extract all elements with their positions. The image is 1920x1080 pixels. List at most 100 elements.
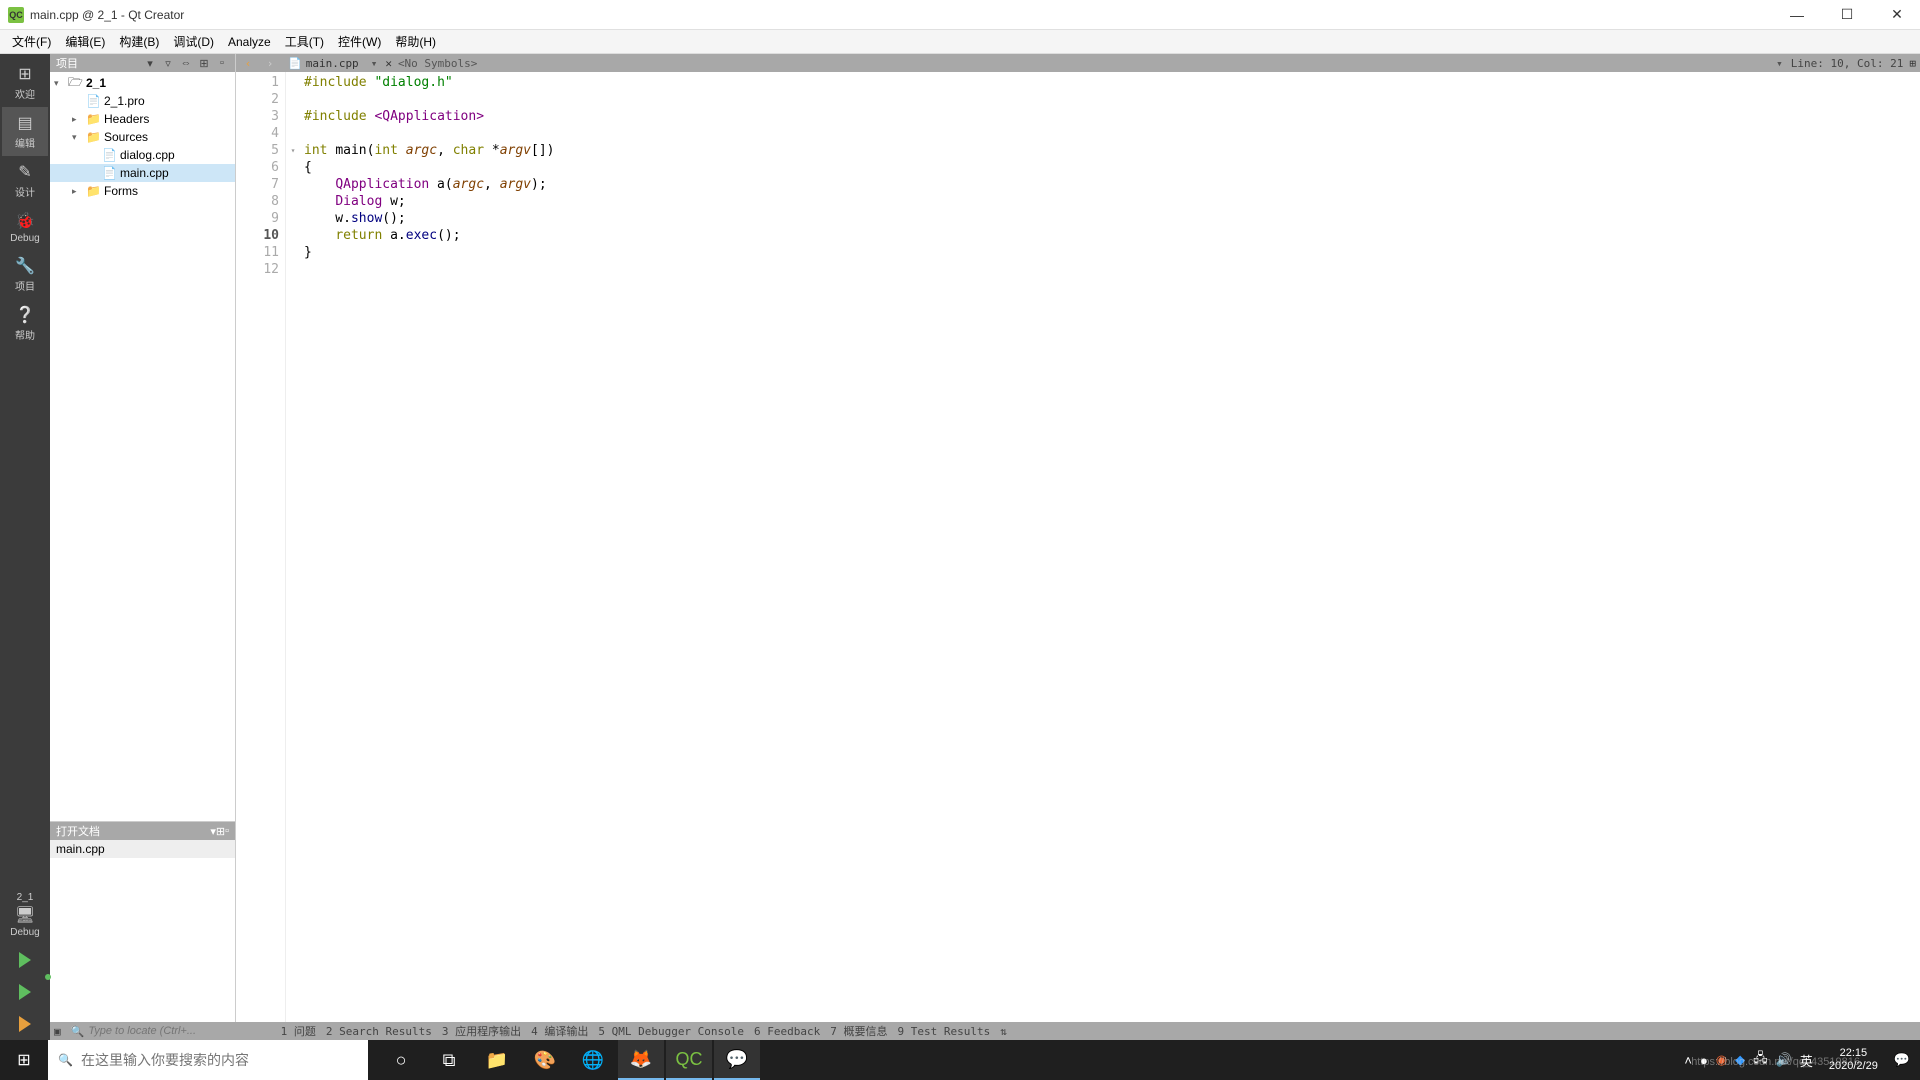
play-icon (19, 952, 31, 968)
target-selector[interactable]: 2_1🖥Debug (2, 886, 48, 944)
tab-tests[interactable]: 9 Test Results (898, 1025, 991, 1038)
split-icon[interactable]: ⊞ (197, 56, 211, 70)
menu-file[interactable]: 文件(F) (6, 31, 57, 52)
taskbar-search-input[interactable] (81, 1052, 358, 1068)
tree-root[interactable]: ▾🗁2_1 (50, 74, 235, 92)
menu-analyze[interactable]: Analyze (222, 33, 277, 51)
qtcreator-icon[interactable]: QC (666, 1040, 712, 1080)
tab-feedback[interactable]: 6 Feedback (754, 1025, 820, 1038)
mode-design[interactable]: ✎ 设计 (2, 156, 48, 205)
menu-build[interactable]: 构建(B) (113, 31, 165, 52)
chrome-icon[interactable]: 🌐 (570, 1040, 616, 1080)
pencil-icon: ✎ (15, 162, 35, 182)
mode-help-label: 帮助 (15, 327, 35, 342)
tree-main-label: main.cpp (120, 166, 169, 180)
folder-icon: 📁 (86, 184, 102, 198)
tree-forms-label: Forms (104, 184, 138, 198)
tab-issues[interactable]: 1 问题 (281, 1023, 316, 1039)
watermark: https://blog.csdn.net/qq_43519816 (1691, 1056, 1860, 1068)
mode-help[interactable]: ❔帮助 (2, 299, 48, 348)
symbols-dropdown-icon[interactable]: ▾ (1774, 57, 1785, 70)
tree-dialog-label: dialog.cpp (120, 148, 175, 162)
tab-qml-console[interactable]: 5 QML Debugger Console (598, 1025, 744, 1038)
tab-general[interactable]: 7 概要信息 (830, 1023, 887, 1039)
nav-forward-button[interactable]: › (262, 55, 278, 71)
maximize-button[interactable]: ☐ (1832, 5, 1862, 25)
monitor-icon: 🖥 (15, 905, 35, 925)
app-icon: QC (8, 7, 24, 23)
explorer-icon[interactable]: 📁 (474, 1040, 520, 1080)
firefox-icon[interactable]: 🦊 (618, 1040, 664, 1080)
locator[interactable]: 🔍 (71, 1025, 271, 1038)
tree-headers-label: Headers (104, 112, 149, 126)
close-panel-icon[interactable]: ▫ (225, 825, 229, 837)
cortana-icon[interactable]: ○ (378, 1040, 424, 1080)
mode-project-label: 项目 (15, 278, 35, 293)
locator-input[interactable] (88, 1025, 238, 1037)
project-tree: ▾🗁2_1 📄2_1.pro ▸📁Headers ▾📁Sources 📄dial… (50, 72, 235, 821)
cpp-file-icon: 📄 (102, 166, 118, 180)
wechat-icon[interactable]: 💬 (714, 1040, 760, 1080)
search-icon: 🔍 (71, 1025, 85, 1038)
grid-icon: ⊞ (15, 64, 35, 84)
notifications-icon[interactable]: 💬 (1894, 1052, 1910, 1068)
build-button[interactable] (2, 1008, 48, 1040)
link-icon[interactable]: ⇔ (179, 56, 193, 70)
mode-project[interactable]: 🔧 项目 (2, 250, 48, 299)
updown-icon[interactable]: ⇅ (1000, 1025, 1007, 1038)
project-panel-header: 项目 ▾ ▿ ⇔ ⊞ ▫ (50, 54, 235, 72)
open-docs-list: main.cpp (50, 840, 235, 1040)
file-icon: 📄 (86, 94, 102, 108)
tree-pro-file[interactable]: 📄2_1.pro (50, 92, 235, 110)
close-button[interactable]: ✕ (1882, 5, 1912, 25)
mode-welcome[interactable]: ⊞欢迎 (2, 58, 48, 107)
editor-toolbar: ‹ › 📄 main.cpp ▾ ✕ <No Symbols> ▾ Line: … (236, 54, 1920, 72)
wrench-icon: 🔧 (15, 256, 35, 276)
tab-app-output[interactable]: 3 应用程序输出 (442, 1023, 521, 1039)
tree-sources[interactable]: ▾📁Sources (50, 128, 235, 146)
tab-search[interactable]: 2 Search Results (326, 1025, 432, 1038)
close-panel-icon[interactable]: ▫ (215, 56, 229, 70)
menu-debug[interactable]: 调试(D) (167, 31, 220, 52)
close-file-icon[interactable]: ✕ (385, 57, 392, 70)
minimize-button[interactable]: — (1782, 5, 1812, 25)
search-icon: 🔍 (58, 1053, 73, 1067)
taskbar-search[interactable]: 🔍 (48, 1040, 368, 1080)
tree-forms[interactable]: ▸📁Forms (50, 182, 235, 200)
symbols-dropdown[interactable]: <No Symbols> (398, 57, 1768, 70)
mode-edit-label: 编辑 (15, 135, 35, 150)
mode-design-label: 设计 (15, 184, 35, 199)
menu-help[interactable]: 帮助(H) (389, 31, 442, 52)
mode-sidebar: ⊞欢迎 ▤编辑 ✎ 设计 🐞Debug 🔧 项目 ❔帮助 2_1🖥Debug (0, 54, 50, 1040)
mode-debug[interactable]: 🐞Debug (2, 205, 48, 250)
start-button[interactable]: ⊞ (0, 1040, 48, 1080)
menu-tools[interactable]: 工具(T) (279, 31, 330, 52)
code-editor[interactable]: 123456789101112 ▾ #include "dialog.h"#in… (236, 72, 1920, 1040)
menu-widgets[interactable]: 控件(W) (332, 31, 387, 52)
tab-compile[interactable]: 4 编译输出 (531, 1023, 588, 1039)
code-content[interactable]: #include "dialog.h"#include <QApplicatio… (300, 72, 1920, 1040)
editor-file-tab[interactable]: 📄 main.cpp (284, 57, 363, 70)
run-button[interactable] (2, 944, 48, 976)
app-icon[interactable]: 🎨 (522, 1040, 568, 1080)
dropdown-icon[interactable]: ▾ (143, 56, 157, 70)
menubar: 文件(F) 编辑(E) 构建(B) 调试(D) Analyze 工具(T) 控件… (0, 30, 1920, 54)
editor-area: ‹ › 📄 main.cpp ▾ ✕ <No Symbols> ▾ Line: … (236, 54, 1920, 1040)
nav-back-button[interactable]: ‹ (240, 55, 256, 71)
tree-dialog-cpp[interactable]: 📄dialog.cpp (50, 146, 235, 164)
line-gutter: 123456789101112 (236, 72, 286, 1040)
debug-run-button[interactable] (2, 976, 48, 1008)
open-doc-item[interactable]: main.cpp (50, 840, 235, 858)
project-panel-title: 项目 (56, 55, 139, 71)
mode-edit[interactable]: ▤编辑 (2, 107, 48, 156)
open-documents-panel: 打开文档 ▾ ⊞ ▫ main.cpp (50, 821, 235, 1040)
taskview-icon[interactable]: ⧉ (426, 1040, 472, 1080)
tree-main-cpp[interactable]: 📄main.cpp (50, 164, 235, 182)
split-editor-icon[interactable]: ⊞ (1909, 57, 1916, 70)
split-icon[interactable]: ⊞ (216, 825, 225, 838)
menu-edit[interactable]: 编辑(E) (59, 31, 111, 52)
file-dropdown-icon[interactable]: ▾ (369, 57, 380, 70)
filter-icon[interactable]: ▿ (161, 56, 175, 70)
toggle-sidebar-icon[interactable]: ▣ (54, 1025, 61, 1038)
tree-headers[interactable]: ▸📁Headers (50, 110, 235, 128)
